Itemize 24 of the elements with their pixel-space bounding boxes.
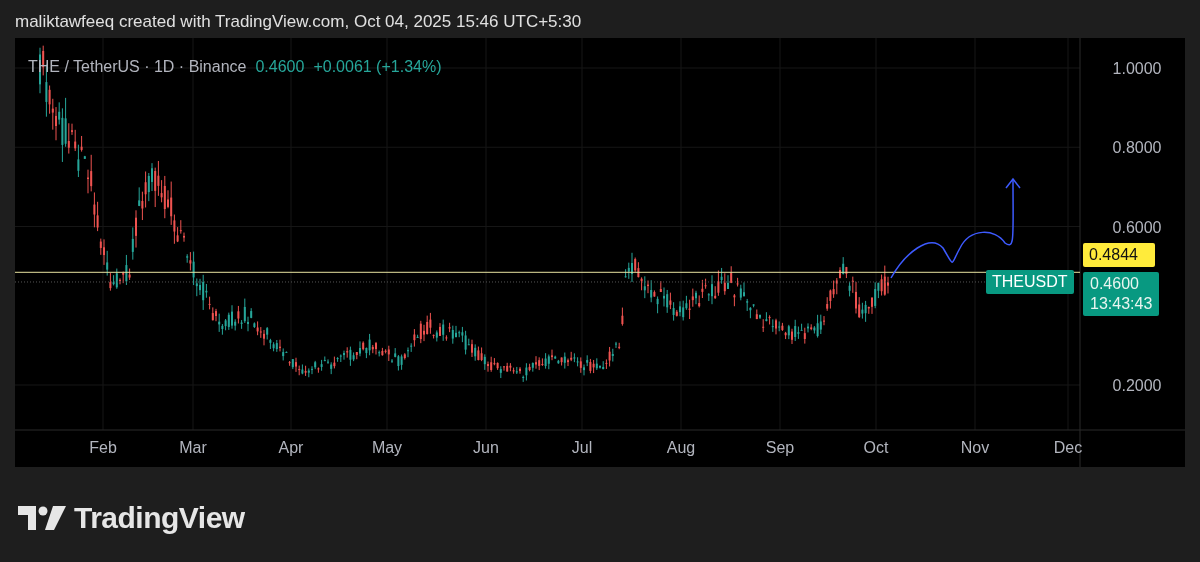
current-price: 0.4600 <box>1090 273 1140 294</box>
symbol-badge: THEUSDT <box>986 269 1074 294</box>
date-axis-label: Jul <box>571 439 593 456</box>
line-price-badge: 0.4844 <box>1083 243 1155 268</box>
date-axis-label: Aug <box>666 439 696 456</box>
attribution-text: maliktawfeeq created with TradingView.com, Oct 04, 2025 15:46 UTC+5:30 <box>14 11 583 33</box>
candle-countdown: 13:43:43 <box>1090 293 1153 314</box>
date-axis-label: Sep <box>765 439 795 456</box>
price-change: +0.0061 (+1.34%) <box>313 58 442 75</box>
last-price: 0.4600 <box>255 58 305 75</box>
logo-text: TradingView <box>74 501 245 535</box>
date-axis-label: Mar <box>179 439 207 456</box>
price-axis-label: 0.6000 <box>1112 218 1162 236</box>
date-axis-label: Dec <box>1053 439 1083 456</box>
date-axis-label: Feb <box>89 439 117 456</box>
price-axis-label: 1.0000 <box>1112 60 1162 77</box>
date-axis-label: Jun <box>473 439 499 456</box>
date-axis-label: Nov <box>960 439 990 456</box>
date-axis-label: Apr <box>278 439 304 456</box>
logo-icon <box>18 506 66 530</box>
date-axis-label: Oct <box>863 439 889 456</box>
price-axis-label: 0.8000 <box>1112 139 1162 157</box>
price-axis-label: 0.2000 <box>1112 377 1162 394</box>
date-axis-label: May <box>371 439 403 456</box>
